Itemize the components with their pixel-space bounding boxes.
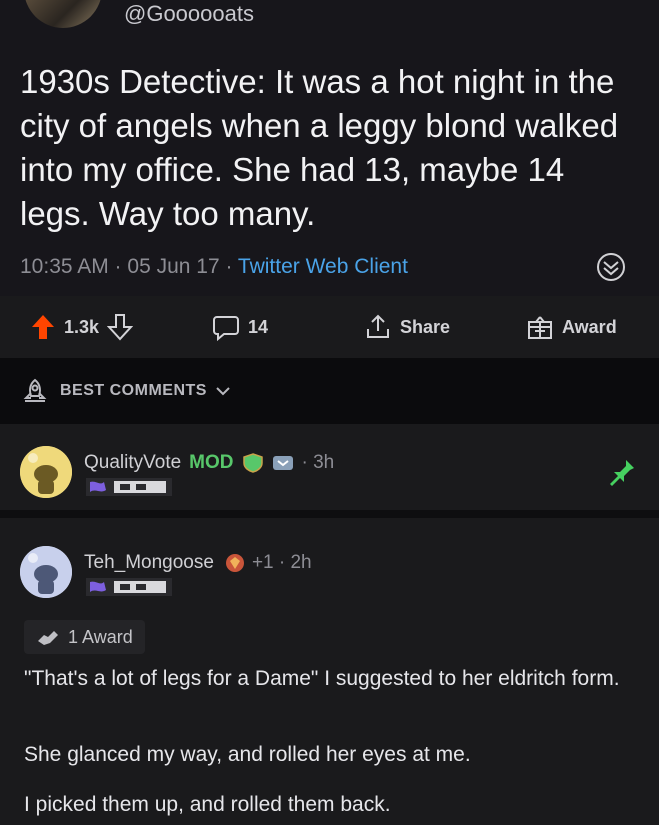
award-button[interactable]: Award — [526, 296, 617, 358]
avatar[interactable] — [20, 446, 72, 498]
flair-icon — [86, 478, 172, 496]
comment-author-row: Teh_Mongoose +1 · 2h — [84, 552, 312, 574]
comment-paragraph: "That's a lot of legs for a Dame" I sugg… — [24, 667, 620, 690]
upvote-icon[interactable] — [30, 313, 56, 341]
comment-author-row: QualityVote MOD · 3h — [84, 452, 334, 474]
comment-thread: Teh_Mongoose +1 · 2h 1 Award "That's a l… — [0, 510, 659, 825]
gift-icon — [528, 316, 552, 339]
comment-paragraph: I picked them up, and rolled them back. — [24, 793, 391, 816]
award-hand-icon — [38, 631, 58, 645]
award-label: Award — [562, 316, 617, 337]
tweet-handle[interactable]: @Goooooats — [124, 1, 254, 27]
comment-username[interactable]: Teh_Mongoose — [84, 552, 214, 574]
chevron-down-icon[interactable] — [596, 252, 626, 282]
mod-badge: MOD — [189, 452, 234, 473]
sort-dropdown[interactable]: BEST COMMENTS — [22, 378, 231, 404]
comment-username[interactable]: QualityVote — [84, 452, 181, 474]
rocket-icon — [23, 378, 47, 402]
share-icon — [367, 314, 389, 338]
tweet-text: 1930s Detective: It was a hot night in t… — [20, 63, 619, 232]
comment-sort-bar: BEST COMMENTS — [0, 358, 659, 424]
vote-group: 1.3k — [30, 296, 134, 358]
downvote-icon[interactable] — [107, 313, 134, 341]
comment-karma-age: +1 · 2h — [251, 552, 312, 573]
avatar[interactable] — [20, 546, 72, 598]
pin-icon — [610, 460, 634, 486]
comment-age: · 3h — [301, 452, 335, 473]
post-action-bar: 1.3k 14 Share Award — [0, 296, 659, 358]
tweet-timestamp: 10:35 AM · 05 Jun 17 · — [20, 255, 238, 278]
tweet-card: @Goooooats 1930s Detective: It was a hot… — [0, 0, 659, 296]
awards-pill[interactable]: 1 Award — [24, 620, 145, 654]
badge-icon — [272, 456, 293, 470]
user-flair — [86, 578, 172, 596]
comments-button[interactable]: 14 — [212, 296, 268, 358]
shield-icon — [242, 453, 263, 473]
user-flair — [86, 478, 172, 496]
snoo-avatar-icon — [20, 546, 72, 598]
flair-icon — [86, 578, 172, 596]
share-button[interactable]: Share — [364, 296, 450, 358]
comment-icon — [213, 316, 239, 341]
snoo-avatar-icon — [20, 446, 72, 498]
award-medal-icon — [225, 554, 244, 572]
share-label: Share — [400, 316, 451, 337]
comment-paragraph: She glanced my way, and rolled her eyes … — [24, 743, 471, 766]
comment-automod: QualityVote MOD · 3h — [0, 424, 659, 510]
award-count: 1 Award — [68, 626, 133, 647]
sort-label: BEST COMMENTS — [60, 382, 207, 399]
comment-count: 14 — [248, 316, 269, 337]
tweet-client: Twitter Web Client — [237, 255, 408, 278]
tweet-avatar[interactable] — [24, 0, 102, 28]
post-score: 1.3k — [64, 316, 100, 337]
tweet-meta: 10:35 AM · 05 Jun 17 · Twitter Web Clien… — [20, 255, 408, 279]
chevron-down-icon — [216, 387, 230, 396]
